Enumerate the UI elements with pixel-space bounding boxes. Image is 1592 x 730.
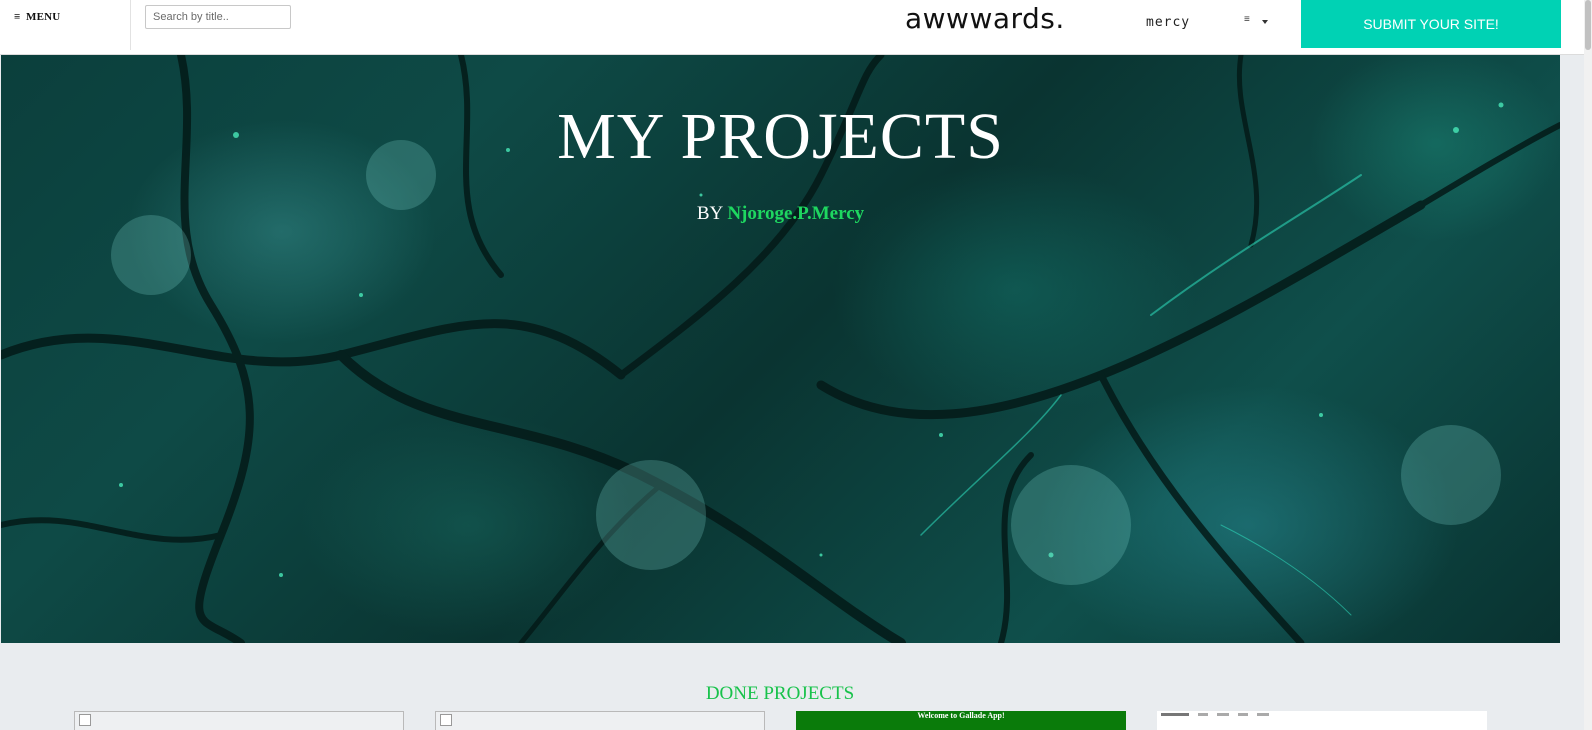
scrollbar-thumb[interactable] xyxy=(1585,0,1591,50)
menu-button[interactable]: ≡ MENU xyxy=(0,0,131,50)
project-card[interactable] xyxy=(435,711,765,730)
project-card[interactable] xyxy=(1157,711,1487,730)
caret-down-icon xyxy=(1262,20,1268,24)
project-card[interactable] xyxy=(74,711,404,730)
project-card[interactable]: Welcome to Gallade App! xyxy=(796,711,1126,730)
username-link[interactable]: mercy xyxy=(1146,15,1190,30)
page: ≡ MENU awwwards. mercy ≡ SUBMIT YOUR SIT… xyxy=(0,0,1592,730)
user-dropdown-toggle[interactable]: ≡ xyxy=(1244,14,1274,32)
byline-prefix: BY xyxy=(696,203,723,224)
broken-image-icon xyxy=(440,714,452,726)
hamburger-icon: ≡ xyxy=(1244,14,1250,25)
menu-label: MENU xyxy=(26,11,61,23)
author-name: Njoroge.P.Mercy xyxy=(727,203,865,224)
brand-logo[interactable]: awwwards. xyxy=(905,2,1065,35)
hero-title: MY PROJECTS xyxy=(557,100,1004,173)
project-screenshot-preview xyxy=(1161,712,1278,718)
broken-image-icon xyxy=(79,714,91,726)
page-scrollbar[interactable] xyxy=(1584,0,1592,730)
hero-byline: BY Njoroge.P.Mercy xyxy=(1,203,1560,225)
project-screenshot-caption: Welcome to Gallade App! xyxy=(917,711,1005,720)
section-title: DONE PROJECTS xyxy=(705,683,855,704)
hero-banner: MY PROJECTS BY Njoroge.P.Mercy xyxy=(1,55,1560,643)
top-navbar: ≡ MENU awwwards. mercy ≡ SUBMIT YOUR SIT… xyxy=(0,0,1592,55)
submit-site-button[interactable]: SUBMIT YOUR SITE! xyxy=(1301,0,1561,48)
hamburger-icon: ≡ xyxy=(14,11,21,23)
search-input[interactable] xyxy=(145,5,291,29)
